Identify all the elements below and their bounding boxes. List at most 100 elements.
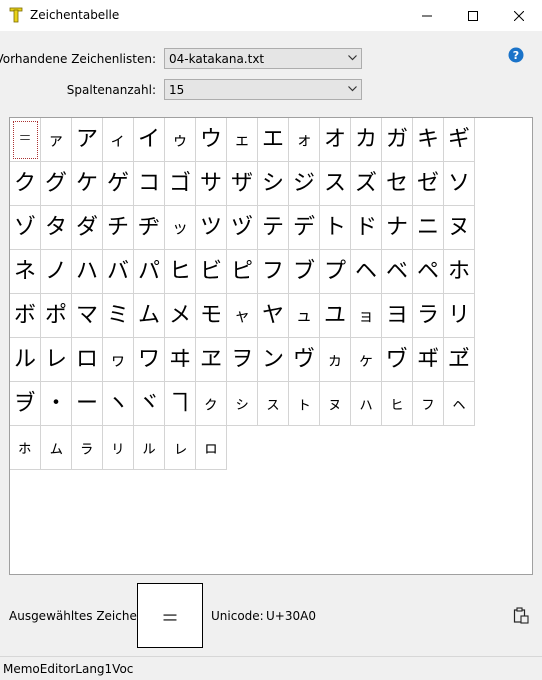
char-cell[interactable]: ゠	[10, 118, 41, 162]
char-cell[interactable]: ニ	[413, 206, 444, 250]
char-cell[interactable]: ㇱ	[227, 382, 258, 426]
char-cell[interactable]: ネ	[10, 250, 41, 294]
char-cell[interactable]: ㇶ	[382, 382, 413, 426]
char-cell[interactable]: オ	[320, 118, 351, 162]
char-cell[interactable]: ㇰ	[196, 382, 227, 426]
char-cell[interactable]: ゼ	[413, 162, 444, 206]
char-cell[interactable]: ノ	[41, 250, 72, 294]
char-cell[interactable]: ・	[41, 382, 72, 426]
char-cell[interactable]: ペ	[413, 250, 444, 294]
char-cell[interactable]: ㇾ	[165, 426, 196, 470]
char-cell[interactable]: ア	[72, 118, 103, 162]
char-cell[interactable]: ビ	[196, 250, 227, 294]
char-cell[interactable]: セ	[382, 162, 413, 206]
char-cell[interactable]: ゾ	[10, 206, 41, 250]
char-cell[interactable]: ㇿ	[196, 426, 227, 470]
char-cell[interactable]: レ	[41, 338, 72, 382]
char-cell[interactable]: ヵ	[320, 338, 351, 382]
char-cell[interactable]: ヂ	[134, 206, 165, 250]
char-cell[interactable]: モ	[196, 294, 227, 338]
char-cell[interactable]: シ	[258, 162, 289, 206]
char-cell[interactable]: ヘ	[351, 250, 382, 294]
char-cell[interactable]: ダ	[72, 206, 103, 250]
char-cell[interactable]: ガ	[382, 118, 413, 162]
char-cell[interactable]: コ	[134, 162, 165, 206]
char-cell[interactable]: ヒ	[165, 250, 196, 294]
char-cell[interactable]: ㇺ	[41, 426, 72, 470]
char-cell[interactable]: ォ	[289, 118, 320, 162]
clipboard-copy-icon[interactable]	[513, 607, 529, 624]
char-cell[interactable]: ト	[320, 206, 351, 250]
char-cell[interactable]: エ	[258, 118, 289, 162]
char-cell[interactable]: ヤ	[258, 294, 289, 338]
maximize-button[interactable]	[450, 0, 496, 31]
char-cell[interactable]: ポ	[41, 294, 72, 338]
char-cell[interactable]: ヹ	[444, 338, 475, 382]
char-cell[interactable]: ム	[134, 294, 165, 338]
char-cell[interactable]: ハ	[72, 250, 103, 294]
char-cell[interactable]: ヌ	[444, 206, 475, 250]
char-cell[interactable]: ァ	[41, 118, 72, 162]
char-cell[interactable]: ケ	[72, 162, 103, 206]
char-cell[interactable]: ㇸ	[444, 382, 475, 426]
char-cell[interactable]: ボ	[10, 294, 41, 338]
char-cell[interactable]: ヽ	[103, 382, 134, 426]
char-cell[interactable]: ブ	[289, 250, 320, 294]
minimize-button[interactable]	[404, 0, 450, 31]
char-cell[interactable]: ツ	[196, 206, 227, 250]
char-cell[interactable]: ベ	[382, 250, 413, 294]
char-cell[interactable]: ロ	[72, 338, 103, 382]
char-cell[interactable]: ㇵ	[351, 382, 382, 426]
char-cell[interactable]: メ	[165, 294, 196, 338]
char-cell[interactable]: ド	[351, 206, 382, 250]
char-cell[interactable]: ヶ	[351, 338, 382, 382]
char-cell[interactable]: フ	[258, 250, 289, 294]
char-cell[interactable]: ン	[258, 338, 289, 382]
char-cell[interactable]: サ	[196, 162, 227, 206]
char-cell[interactable]: ギ	[444, 118, 475, 162]
char-cell[interactable]: ー	[72, 382, 103, 426]
columns-dropdown[interactable]: 15	[164, 79, 362, 100]
char-cell[interactable]: ヨ	[382, 294, 413, 338]
char-cell[interactable]: デ	[289, 206, 320, 250]
char-cell[interactable]: パ	[134, 250, 165, 294]
char-cell[interactable]: ソ	[444, 162, 475, 206]
char-cell[interactable]: ㇹ	[10, 426, 41, 470]
char-cell[interactable]: ㇼ	[103, 426, 134, 470]
char-cell[interactable]: ヮ	[103, 338, 134, 382]
char-cell[interactable]: ィ	[103, 118, 134, 162]
char-cell[interactable]: ㇴ	[320, 382, 351, 426]
char-cell[interactable]: カ	[351, 118, 382, 162]
char-cell[interactable]: ャ	[227, 294, 258, 338]
char-cell[interactable]: プ	[320, 250, 351, 294]
char-cell[interactable]: ェ	[227, 118, 258, 162]
char-cell[interactable]: ナ	[382, 206, 413, 250]
char-cell[interactable]: ジ	[289, 162, 320, 206]
char-cell[interactable]: グ	[41, 162, 72, 206]
char-cell[interactable]: ㇷ	[413, 382, 444, 426]
char-cell[interactable]: ヿ	[165, 382, 196, 426]
help-icon[interactable]: ?	[508, 47, 524, 63]
char-cell[interactable]: ク	[10, 162, 41, 206]
char-cell[interactable]: イ	[134, 118, 165, 162]
char-cell[interactable]: ユ	[320, 294, 351, 338]
char-cell[interactable]: ヾ	[134, 382, 165, 426]
char-cell[interactable]: ス	[320, 162, 351, 206]
char-cell[interactable]: ヰ	[165, 338, 196, 382]
char-cell[interactable]: ヅ	[227, 206, 258, 250]
char-cell[interactable]: ッ	[165, 206, 196, 250]
char-cell[interactable]: ゲ	[103, 162, 134, 206]
char-cell[interactable]: リ	[444, 294, 475, 338]
char-cell[interactable]: ゴ	[165, 162, 196, 206]
char-cell[interactable]: ズ	[351, 162, 382, 206]
char-cell[interactable]: ョ	[351, 294, 382, 338]
char-cell[interactable]: ヱ	[196, 338, 227, 382]
char-cell[interactable]: ル	[10, 338, 41, 382]
char-cell[interactable]: ヺ	[10, 382, 41, 426]
char-cell[interactable]: ワ	[134, 338, 165, 382]
char-cell[interactable]: ヷ	[382, 338, 413, 382]
char-cell[interactable]: タ	[41, 206, 72, 250]
char-cell[interactable]: ヸ	[413, 338, 444, 382]
close-button[interactable]	[496, 0, 542, 31]
char-cell[interactable]: ㇲ	[258, 382, 289, 426]
